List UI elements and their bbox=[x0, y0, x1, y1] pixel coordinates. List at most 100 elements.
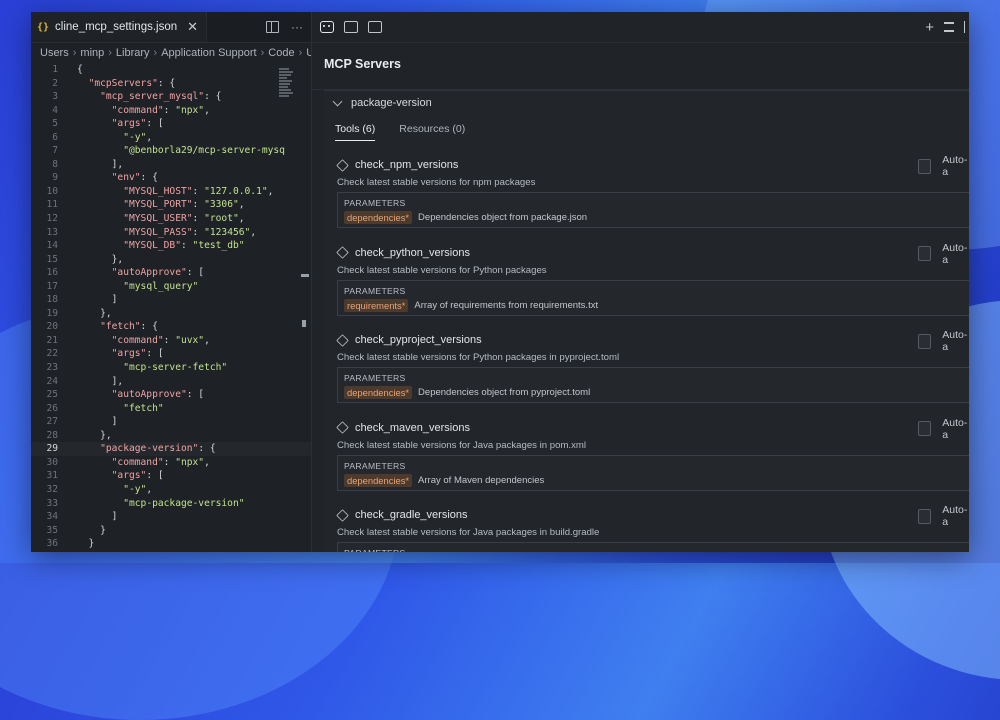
code-line[interactable]: 9 "env": { bbox=[31, 171, 311, 185]
code-line[interactable]: 14 "MYSQL_DB": "test_db" bbox=[31, 239, 311, 253]
more-actions-icon[interactable]: ··· bbox=[291, 20, 303, 34]
code-line[interactable]: 33 "mcp-package-version" bbox=[31, 497, 311, 511]
split-editor-icon[interactable] bbox=[266, 21, 279, 33]
code-line[interactable]: 4 "command": "npx", bbox=[31, 104, 311, 118]
code-line[interactable]: 32 "-y", bbox=[31, 483, 311, 497]
code-token: , bbox=[250, 227, 256, 238]
auto-approve-toggle[interactable]: Auto-a bbox=[918, 417, 969, 441]
code-line[interactable]: 8 ], bbox=[31, 158, 311, 172]
code-line[interactable]: 22 "args": [ bbox=[31, 347, 311, 361]
code-line[interactable]: 30 "command": "npx", bbox=[31, 456, 311, 470]
editor-tab[interactable]: {} cline_mcp_settings.json ✕ bbox=[31, 12, 207, 42]
code-line[interactable]: 37} bbox=[31, 551, 311, 552]
code-token: ], bbox=[77, 159, 123, 170]
code-line[interactable]: 10 "MYSQL_HOST": "127.0.0.1", bbox=[31, 185, 311, 199]
code-line[interactable]: 12 "MYSQL_USER": "root", bbox=[31, 212, 311, 226]
code-token: "autoApprove" bbox=[112, 389, 187, 400]
line-number: 24 bbox=[31, 375, 77, 389]
breadcrumb-item[interactable]: Library bbox=[116, 47, 150, 59]
code-line[interactable]: 35 } bbox=[31, 524, 311, 538]
code-line[interactable]: 16 "autoApprove": [ bbox=[31, 266, 311, 280]
settings-icon[interactable] bbox=[964, 21, 969, 33]
close-icon[interactable]: ✕ bbox=[187, 19, 198, 35]
code-line[interactable]: 7 "@benborla29/mcp-server-mysq bbox=[31, 144, 311, 158]
code-line[interactable]: 2 "mcpServers": { bbox=[31, 77, 311, 91]
parameters-box: PARAMETERSdependencies*Dependencies obje… bbox=[337, 367, 969, 403]
tool-description: Check latest stable versions for Java pa… bbox=[337, 440, 586, 451]
cube-icon bbox=[336, 509, 348, 521]
code-line[interactable]: 23 "mcp-server-fetch" bbox=[31, 361, 311, 375]
code-line[interactable]: 20 "fetch": { bbox=[31, 320, 311, 334]
code-line[interactable]: 29 "package-version": { bbox=[31, 442, 311, 456]
code-token: }, bbox=[77, 430, 112, 441]
breadcrumb-item[interactable]: Use bbox=[306, 47, 311, 59]
code-token: "args" bbox=[112, 470, 147, 481]
code-line[interactable]: 21 "command": "uvx", bbox=[31, 334, 311, 348]
auto-approve-checkbox[interactable] bbox=[918, 421, 931, 436]
code-line[interactable]: 27 ] bbox=[31, 415, 311, 429]
auto-approve-toggle[interactable]: Auto-a bbox=[918, 242, 969, 266]
code-line[interactable]: 34 ] bbox=[31, 510, 311, 524]
code-token: "MYSQL_PASS" bbox=[123, 227, 192, 238]
auto-approve-toggle[interactable]: Auto-a bbox=[918, 154, 969, 178]
tab-resources[interactable]: Resources (0) bbox=[399, 123, 465, 141]
breadcrumb-item[interactable]: Application Support bbox=[161, 47, 256, 59]
code-token bbox=[77, 443, 100, 454]
code-line[interactable]: 18 ] bbox=[31, 293, 311, 307]
code-line[interactable]: 25 "autoApprove": [ bbox=[31, 388, 311, 402]
code-line[interactable]: 31 "args": [ bbox=[31, 469, 311, 483]
code-token: "npx" bbox=[175, 457, 204, 468]
history-icon[interactable] bbox=[344, 21, 358, 33]
code-line[interactable]: 15 }, bbox=[31, 253, 311, 267]
code-line[interactable]: 11 "MYSQL_PORT": "3306", bbox=[31, 198, 311, 212]
code-line[interactable]: 19 }, bbox=[31, 307, 311, 321]
chat-icon[interactable] bbox=[368, 21, 382, 33]
breadcrumb-item[interactable]: Code bbox=[268, 47, 294, 59]
auto-approve-checkbox[interactable] bbox=[918, 159, 931, 174]
auto-approve-label: Auto-a bbox=[942, 329, 969, 353]
code-area[interactable]: 1{2 "mcpServers": {3 "mcp_server_mysql":… bbox=[31, 63, 311, 552]
code-line[interactable]: 26 "fetch" bbox=[31, 402, 311, 416]
code-token bbox=[77, 335, 112, 346]
code-token: "MYSQL_DB" bbox=[123, 240, 181, 251]
code-line[interactable]: 36 } bbox=[31, 537, 311, 551]
code-line[interactable]: 17 "mysql_query" bbox=[31, 280, 311, 294]
code-token: "command" bbox=[112, 457, 164, 468]
code-line[interactable]: 3 "mcp_server_mysql": { bbox=[31, 90, 311, 104]
auto-approve-toggle[interactable]: Auto-a bbox=[918, 504, 969, 528]
parameter-row: dependencies*Array of Maven dependencies bbox=[344, 474, 544, 487]
tool-description: Check latest stable versions for npm pac… bbox=[337, 177, 535, 188]
breadcrumb-separator: › bbox=[73, 47, 77, 59]
line-number: 35 bbox=[31, 524, 77, 538]
auto-approve-toggle[interactable]: Auto-a bbox=[918, 329, 969, 353]
breadcrumb-item[interactable]: minp bbox=[80, 47, 104, 59]
editor-tab-label: cline_mcp_settings.json bbox=[55, 21, 177, 33]
parameters-header: PARAMETERS bbox=[344, 198, 406, 208]
cline-robot-icon[interactable] bbox=[320, 21, 334, 33]
code-token: "fetch" bbox=[123, 403, 163, 414]
auto-approve-checkbox[interactable] bbox=[918, 246, 931, 261]
add-icon[interactable]: + bbox=[925, 19, 934, 36]
auto-approve-checkbox[interactable] bbox=[918, 334, 931, 349]
breadcrumb-item[interactable]: Users bbox=[40, 47, 69, 59]
code-token: }, bbox=[77, 308, 112, 319]
code-line[interactable]: 6 "-y", bbox=[31, 131, 311, 145]
code-line[interactable]: 1{ bbox=[31, 63, 311, 77]
auto-approve-checkbox[interactable] bbox=[918, 509, 931, 524]
server-header[interactable]: package-version bbox=[324, 91, 969, 115]
code-token: , bbox=[204, 105, 210, 116]
parameter-description: Dependencies object from package.json bbox=[418, 212, 587, 223]
code-token bbox=[77, 484, 123, 495]
server-list-icon[interactable] bbox=[944, 22, 954, 32]
server-section: package-version Tools (6) Resources (0) … bbox=[324, 90, 969, 552]
line-number: 30 bbox=[31, 456, 77, 470]
line-number: 31 bbox=[31, 469, 77, 483]
code-line[interactable]: 28 }, bbox=[31, 429, 311, 443]
code-line[interactable]: 5 "args": [ bbox=[31, 117, 311, 131]
code-token bbox=[77, 321, 100, 332]
code-line[interactable]: 13 "MYSQL_PASS": "123456", bbox=[31, 226, 311, 240]
tab-tools[interactable]: Tools (6) bbox=[335, 123, 375, 141]
code-token: }, bbox=[77, 254, 123, 265]
line-number: 36 bbox=[31, 537, 77, 551]
code-line[interactable]: 24 ], bbox=[31, 375, 311, 389]
